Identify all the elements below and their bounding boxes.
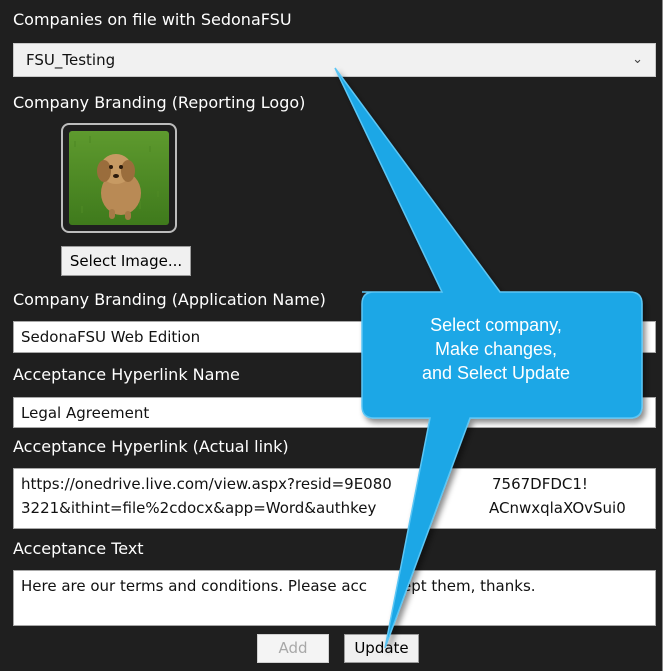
reporting-logo-label: Company Branding (Reporting Logo)	[13, 93, 306, 112]
hyperlink-url-line1-end: 7567DFDC1!	[492, 475, 588, 493]
hyperlink-url-field[interactable]: https://onedrive.live.com/view.aspx?resi…	[13, 468, 656, 529]
companies-label: Companies on file with SedonaFSU	[13, 10, 292, 29]
company-select-value: FSU_Testing	[26, 51, 116, 69]
reporting-logo-frame	[61, 123, 177, 233]
callout-line-2: Make changes,	[434, 339, 558, 359]
hyperlink-url-line2-end: ACnwxqlaXOvSui0	[489, 499, 626, 517]
acceptance-text-value-end: ept them, thanks.	[402, 577, 536, 595]
callout-line-3: and Select Update	[421, 363, 571, 383]
callout-text: Select company, Make changes, and Select…	[360, 313, 632, 385]
company-select[interactable]: FSU_Testing ⌄	[13, 43, 656, 77]
select-image-button[interactable]: Select Image...	[61, 246, 191, 276]
acceptance-text-label: Acceptance Text	[13, 539, 144, 558]
update-button[interactable]: Update	[344, 634, 419, 663]
hyperlink-name-field[interactable]: Legal Agreement	[13, 397, 656, 428]
hyperlink-url-line1: https://onedrive.live.com/view.aspx?resi…	[21, 475, 392, 493]
dog-photo-icon	[69, 131, 169, 225]
acceptance-text-value-start: Here are our terms and conditions. Pleas…	[21, 577, 368, 595]
hyperlink-url-label: Acceptance Hyperlink (Actual link)	[13, 437, 289, 456]
chevron-down-icon: ⌄	[632, 52, 643, 67]
callout-line-1: Select company,	[430, 315, 562, 335]
acceptance-text-field[interactable]: Here are our terms and conditions. Pleas…	[13, 570, 656, 626]
app-name-label: Company Branding (Application Name)	[13, 290, 326, 309]
app-name-value: SedonaFSU Web Edition	[21, 328, 201, 346]
add-button[interactable]: Add	[257, 634, 329, 663]
hyperlink-url-line2: 3221&ithint=file%2cdocx&app=Word&authkey	[21, 499, 377, 517]
hyperlink-name-label: Acceptance Hyperlink Name	[13, 365, 240, 384]
hyperlink-name-value: Legal Agreement	[21, 404, 150, 422]
